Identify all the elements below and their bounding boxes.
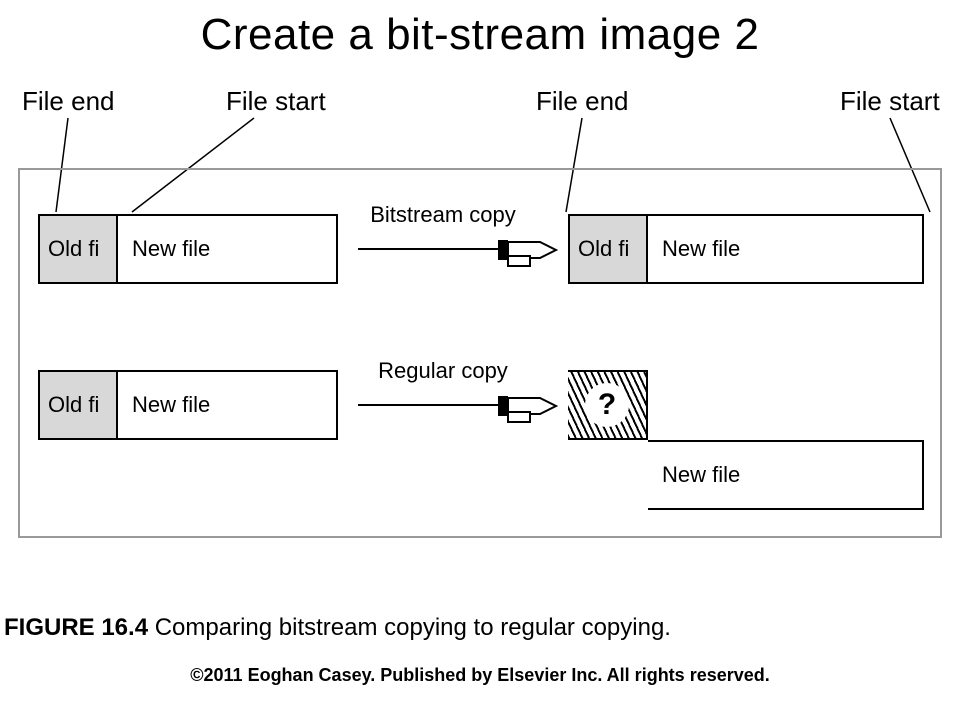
- r1-left-new: New file: [118, 214, 338, 284]
- r1-right-new: New file: [648, 214, 924, 284]
- copyright-line: ©2011 Eoghan Casey. Published by Elsevie…: [0, 665, 960, 686]
- diagram-frame: Old fi New file Bitstream copy Old fi Ne…: [18, 168, 942, 538]
- r1-connector: [358, 248, 504, 250]
- figure-number: FIGURE 16.4: [4, 614, 148, 641]
- figure-text: Comparing bitstream copying to regular c…: [148, 614, 671, 641]
- pointing-hand-icon: [498, 384, 558, 428]
- r1-right-old: Old fi: [568, 214, 648, 284]
- r2-left-new: New file: [118, 370, 338, 440]
- r2-right-question: ?: [568, 370, 648, 440]
- r2-connector: [358, 404, 504, 406]
- pointing-hand-icon: [498, 228, 558, 272]
- r1-left-old: Old fi: [38, 214, 118, 284]
- question-mark-icon: ?: [585, 383, 629, 427]
- r2-left-old: Old fi: [38, 370, 118, 440]
- r2-right-new: New file: [648, 440, 924, 510]
- row-regular: Old fi New file Regular copy ? New file: [20, 370, 940, 440]
- figure-caption: FIGURE 16.4 Comparing bitstream copying …: [0, 614, 671, 642]
- r2-mid-label: Regular copy: [358, 358, 528, 384]
- row-bitstream: Old fi New file Bitstream copy Old fi Ne…: [20, 214, 940, 284]
- r1-mid-label: Bitstream copy: [358, 202, 528, 228]
